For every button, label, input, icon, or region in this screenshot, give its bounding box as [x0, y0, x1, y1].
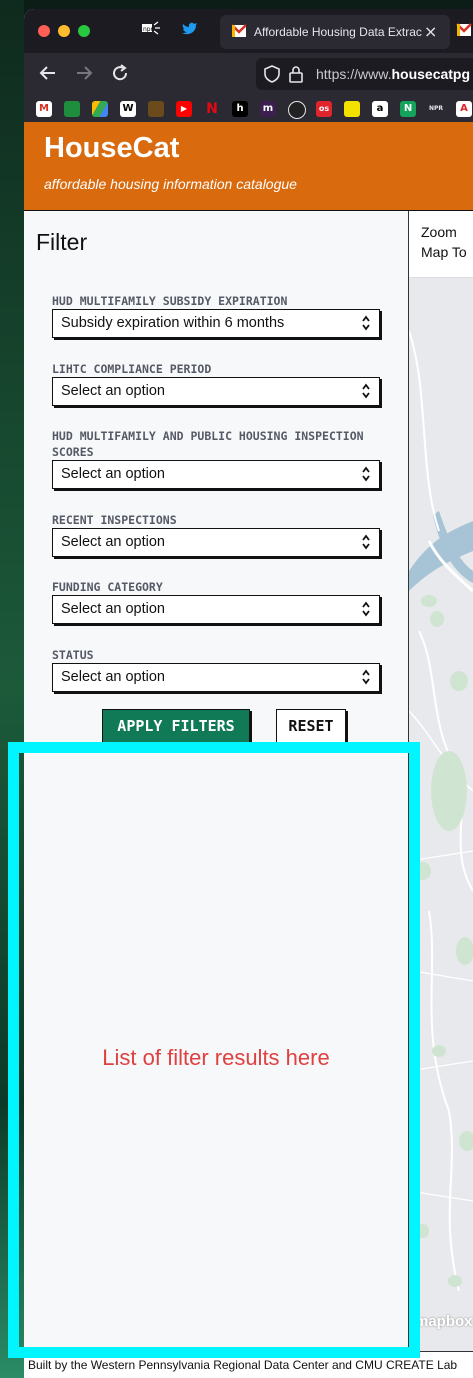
lock-icon[interactable] [288, 65, 304, 83]
amazon-bookmark-icon[interactable]: a [372, 101, 388, 117]
youtube-bookmark-icon[interactable]: ▶ [176, 101, 192, 117]
wikipedia-bookmark-icon[interactable]: W [120, 101, 136, 117]
filter-panel: Filter HUD MULTIFAMILY SUBSIDY EXPIRATIO… [24, 211, 408, 751]
lihtc-compliance-select[interactable]: Select an option [52, 377, 380, 406]
shield-icon[interactable] [264, 65, 280, 83]
chevron-updown-icon [362, 315, 370, 331]
maximize-window-button[interactable] [78, 25, 90, 37]
lihtc-compliance-label: LIHTC COMPLIANCE PERIOD [52, 362, 212, 376]
svg-text:npr: npr [143, 26, 154, 33]
select-value: Subsidy expiration within 6 months [61, 315, 285, 331]
gmail-favicon-icon [232, 24, 246, 37]
subsidy-expiration-select[interactable]: Subsidy expiration within 6 months [52, 309, 380, 338]
minimize-window-button[interactable] [58, 25, 70, 37]
circle-bookmark-icon[interactable] [288, 101, 306, 119]
select-value: Select an option [61, 383, 165, 399]
chevron-updown-icon [362, 466, 370, 482]
status-select[interactable]: Select an option [52, 663, 380, 692]
active-tab[interactable]: Affordable Housing Data Extrac × [220, 15, 450, 49]
site-header: HouseCat affordable housing information … [24, 122, 473, 211]
zoom-map-to-control[interactable]: Zoom Map To [409, 211, 473, 278]
m-bookmark-icon[interactable]: m [260, 101, 276, 117]
results-highlight-frame [8, 742, 420, 1358]
bookmarks-bar: M W ▶ N h m os a N NPR A [24, 95, 473, 124]
site-subtitle: affordable housing information catalogue [44, 176, 297, 192]
zoom-label: Zoom [421, 224, 457, 240]
drive-bookmark-icon[interactable] [92, 101, 108, 117]
netflix-bookmark-icon[interactable]: N [204, 101, 220, 117]
chevron-updown-icon [362, 601, 370, 617]
h-bookmark-icon[interactable]: h [232, 101, 248, 117]
funding-category-select[interactable]: Select an option [52, 595, 380, 624]
select-value: Select an option [61, 601, 165, 617]
funding-category-label: FUNDING CATEGORY [52, 580, 163, 594]
status-label: STATUS [52, 648, 94, 662]
tab-strip: npr Affordable Housing Data Extrac × [24, 9, 473, 53]
chevron-updown-icon [362, 669, 370, 685]
mapbox-logo[interactable]: mapbox [415, 1313, 473, 1330]
select-value: Select an option [61, 669, 165, 685]
address-bar[interactable]: https://www.housecatpg [256, 58, 473, 90]
adobe-bookmark-icon[interactable]: A [456, 101, 472, 117]
chevron-updown-icon [362, 383, 370, 399]
meet-bookmark-icon[interactable] [64, 101, 80, 117]
select-value: Select an option [61, 466, 165, 482]
reload-icon[interactable] [110, 63, 130, 88]
map-to-label: Map To [421, 244, 467, 260]
close-window-button[interactable] [38, 25, 50, 37]
npr-audio-tab-icon[interactable]: npr [142, 21, 162, 38]
reset-button[interactable]: RESET [276, 709, 346, 743]
gmail-bookmark-icon[interactable]: M [36, 101, 52, 117]
subsidy-expiration-label: HUD MULTIFAMILY SUBSIDY EXPIRATION [52, 294, 288, 308]
tab-close-icon[interactable]: × [424, 22, 437, 41]
back-arrow-icon[interactable] [38, 63, 58, 88]
navigation-bar: https://www.housecatpg [24, 53, 473, 95]
os-bookmark-icon[interactable]: os [316, 101, 332, 117]
tab-title: Affordable Housing Data Extrac [254, 25, 422, 39]
footer-credits: Built by the Western Pennsylvania Region… [28, 1358, 458, 1372]
recent-inspections-select[interactable]: Select an option [52, 528, 380, 557]
apply-filters-button[interactable]: APPLY FILTERS [102, 709, 250, 743]
recent-inspections-label: RECENT INSPECTIONS [52, 513, 177, 527]
select-value: Select an option [61, 534, 165, 550]
inspection-scores-label: HUD MULTIFAMILY AND PUBLIC HOUSING INSPE… [52, 429, 364, 459]
filter-heading: Filter [36, 229, 88, 255]
twitter-tab-icon[interactable] [182, 21, 198, 38]
url-text[interactable]: https://www.housecatpg [316, 66, 470, 82]
site-title[interactable]: HouseCat [44, 132, 179, 165]
forward-arrow-icon[interactable] [74, 63, 94, 88]
archive-bookmark-icon[interactable] [148, 101, 164, 117]
npr-bookmark-icon[interactable]: NPR [428, 101, 444, 117]
gmail-tab-icon[interactable] [456, 23, 472, 37]
n-bookmark-icon[interactable]: N [400, 101, 416, 117]
inspection-scores-select[interactable]: Select an option [52, 460, 380, 489]
eyes-bookmark-icon[interactable] [344, 101, 360, 117]
chevron-updown-icon [362, 534, 370, 550]
